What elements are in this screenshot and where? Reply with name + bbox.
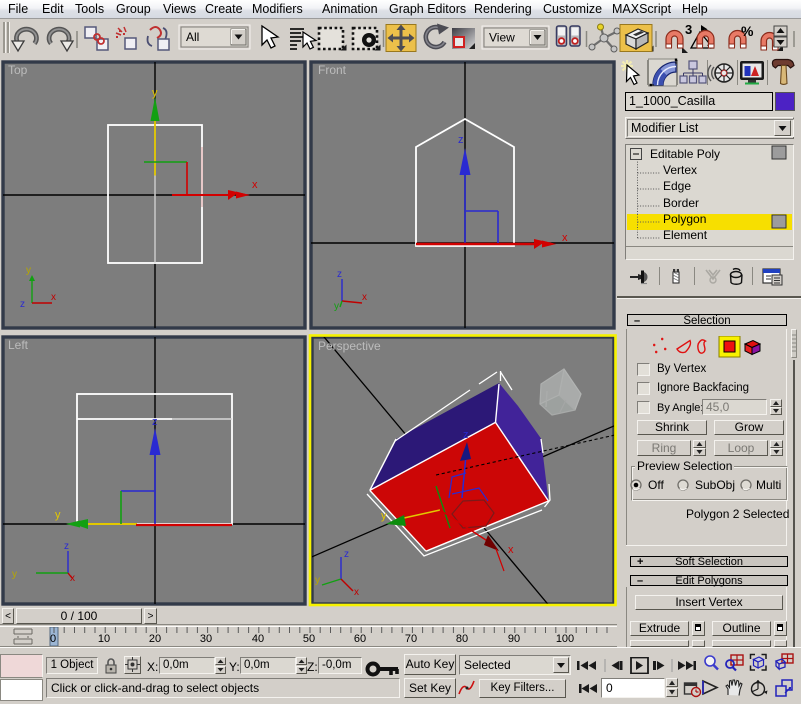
svg-text:z: z: [344, 549, 349, 560]
svg-text:z: z: [458, 134, 464, 146]
svg-text:z: z: [64, 541, 69, 552]
svg-text:z: z: [152, 416, 158, 428]
svg-text:Front: Front: [318, 63, 347, 77]
svg-text:x: x: [354, 587, 359, 598]
svg-text:y: y: [334, 301, 339, 312]
svg-text:Top: Top: [8, 63, 28, 77]
svg-text:x: x: [508, 544, 514, 556]
svg-text:y: y: [55, 509, 61, 521]
svg-text:y: y: [26, 265, 31, 276]
svg-text:z: z: [463, 429, 469, 441]
svg-text:Left: Left: [8, 338, 29, 352]
svg-text:Perspective: Perspective: [318, 339, 381, 353]
svg-text:z: z: [20, 299, 25, 310]
svg-text:y: y: [315, 575, 320, 586]
svg-text:x: x: [252, 179, 258, 191]
svg-text:z: z: [337, 269, 342, 280]
svg-text:x: x: [70, 573, 75, 584]
svg-text:x: x: [562, 232, 568, 244]
svg-text:x: x: [51, 292, 56, 303]
svg-text:y: y: [12, 569, 17, 580]
svg-text:%: %: [741, 23, 754, 39]
svg-text:3: 3: [685, 22, 692, 37]
svg-text:y: y: [381, 510, 387, 522]
svg-text:View: View: [489, 31, 515, 45]
svg-text:x: x: [362, 292, 367, 303]
svg-text:All: All: [186, 30, 199, 44]
svg-text:y: y: [152, 87, 158, 99]
